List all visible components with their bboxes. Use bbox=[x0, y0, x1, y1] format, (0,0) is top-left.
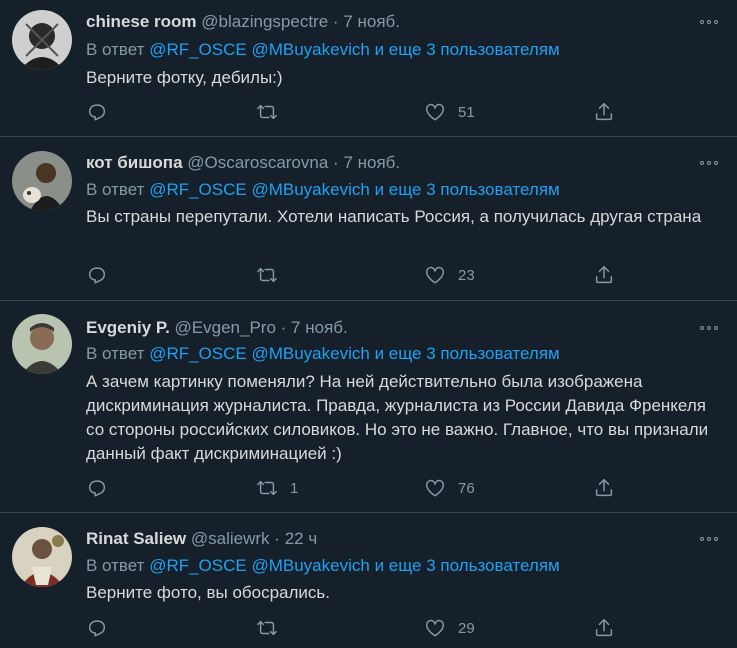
share-button[interactable] bbox=[593, 101, 615, 123]
reply-mentions[interactable]: @RF_OSCE @MBuyakevich bbox=[149, 556, 370, 575]
reply-icon bbox=[88, 480, 106, 497]
timestamp[interactable]: 7 нояб. bbox=[343, 12, 400, 31]
share-icon bbox=[595, 479, 613, 497]
share-icon bbox=[595, 103, 613, 121]
share-button[interactable] bbox=[593, 477, 615, 499]
avatar[interactable] bbox=[12, 314, 72, 374]
tweet[interactable]: Rinat Saliew @saliewrk · 22 ч В ответ @R… bbox=[0, 513, 737, 648]
more-options-icon[interactable] bbox=[697, 531, 721, 547]
tweet-actions: 29 bbox=[86, 617, 626, 641]
reply-more-users[interactable]: и еще 3 пользователям bbox=[375, 344, 560, 363]
avatar[interactable] bbox=[12, 527, 72, 587]
tweet-header: кот бишопа @Oscaroscarovna · 7 нояб. bbox=[86, 153, 400, 173]
reply-more-users[interactable]: и еще 3 пользователям bbox=[375, 556, 560, 575]
retweet-count: 1 bbox=[290, 479, 299, 497]
reply-more-users[interactable]: и еще 3 пользователям bbox=[375, 40, 560, 59]
separator-dot: · bbox=[274, 529, 280, 548]
user-handle[interactable]: @saliewrk bbox=[191, 529, 270, 548]
reply-button[interactable] bbox=[86, 617, 120, 639]
reply-mentions[interactable]: @RF_OSCE @MBuyakevich bbox=[149, 344, 370, 363]
reply-prefix: В ответ bbox=[86, 40, 145, 59]
like-button[interactable]: 29 bbox=[424, 617, 475, 639]
like-button[interactable]: 51 bbox=[424, 101, 475, 123]
reply-button[interactable] bbox=[86, 101, 120, 123]
tweet-actions: 1 76 bbox=[86, 477, 626, 501]
reply-icon bbox=[88, 104, 106, 121]
like-button[interactable]: 76 bbox=[424, 477, 475, 499]
share-icon bbox=[595, 619, 613, 637]
display-name[interactable]: кот бишопа bbox=[86, 153, 183, 172]
tweet-header: Rinat Saliew @saliewrk · 22 ч bbox=[86, 529, 317, 549]
more-options-icon[interactable] bbox=[697, 320, 721, 336]
tweet-header: chinese room @blazingspectre · 7 нояб. bbox=[86, 12, 400, 32]
display-name[interactable]: Evgeniy P. bbox=[86, 318, 170, 337]
retweet-icon bbox=[257, 480, 277, 496]
retweet-button[interactable] bbox=[256, 264, 290, 286]
tweet[interactable]: chinese room @blazingspectre · 7 нояб. В… bbox=[0, 0, 737, 137]
more-options-icon[interactable] bbox=[697, 155, 721, 171]
reply-prefix: В ответ bbox=[86, 556, 145, 575]
heart-icon bbox=[426, 103, 444, 121]
user-handle[interactable]: @Oscaroscarovna bbox=[187, 153, 328, 172]
reply-mentions[interactable]: @RF_OSCE @MBuyakevich bbox=[149, 40, 370, 59]
share-icon bbox=[595, 266, 613, 284]
like-count: 23 bbox=[458, 266, 475, 284]
retweet-button[interactable]: 1 bbox=[256, 477, 298, 499]
separator-dot: · bbox=[333, 153, 339, 172]
tweet[interactable]: кот бишопа @Oscaroscarovna · 7 нояб. В о… bbox=[0, 137, 737, 301]
display-name[interactable]: Rinat Saliew bbox=[86, 529, 186, 548]
reply-button[interactable] bbox=[86, 264, 120, 286]
reply-icon bbox=[88, 620, 106, 637]
retweet-button[interactable] bbox=[256, 617, 290, 639]
reply-button[interactable] bbox=[86, 477, 120, 499]
reply-mentions[interactable]: @RF_OSCE @MBuyakevich bbox=[149, 180, 370, 199]
timestamp[interactable]: 7 нояб. bbox=[343, 153, 400, 172]
retweet-icon bbox=[257, 267, 277, 283]
separator-dot: · bbox=[332, 12, 339, 31]
like-count: 76 bbox=[458, 479, 475, 497]
reply-icon bbox=[88, 267, 106, 284]
reply-context: В ответ @RF_OSCE @MBuyakevich и еще 3 по… bbox=[86, 180, 560, 200]
reply-prefix: В ответ bbox=[86, 180, 145, 199]
reply-context: В ответ @RF_OSCE @MBuyakevich и еще 3 по… bbox=[86, 344, 560, 364]
avatar[interactable] bbox=[12, 10, 72, 70]
heart-icon bbox=[426, 619, 444, 637]
separator-dot: · bbox=[280, 318, 287, 337]
tweet-feed: chinese room @blazingspectre · 7 нояб. В… bbox=[0, 0, 737, 648]
share-button[interactable] bbox=[593, 264, 615, 286]
user-handle[interactable]: @Evgen_Pro bbox=[175, 318, 276, 337]
timestamp[interactable]: 22 ч bbox=[285, 529, 318, 548]
retweet-button[interactable] bbox=[256, 101, 290, 123]
heart-icon bbox=[426, 479, 444, 497]
reply-more-users[interactable]: и еще 3 пользователям bbox=[375, 180, 560, 199]
tweet-text: Верните фото, вы обосрались. bbox=[86, 583, 330, 602]
retweet-icon bbox=[257, 620, 277, 636]
heart-icon bbox=[426, 266, 444, 284]
display-name[interactable]: chinese room bbox=[86, 12, 197, 31]
timestamp[interactable]: 7 нояб. bbox=[291, 318, 348, 337]
share-button[interactable] bbox=[593, 617, 615, 639]
tweet-text: Вы страны перепутали. Хотели написать Ро… bbox=[86, 207, 702, 226]
like-count: 29 bbox=[458, 619, 475, 637]
more-options-icon[interactable] bbox=[697, 14, 721, 30]
tweet-actions: 23 bbox=[86, 264, 626, 288]
avatar[interactable] bbox=[12, 151, 72, 211]
tweet[interactable]: Evgeniy P. @Evgen_Pro · 7 нояб. В ответ … bbox=[0, 301, 737, 513]
reply-context: В ответ @RF_OSCE @MBuyakevich и еще 3 по… bbox=[86, 40, 560, 60]
reply-context: В ответ @RF_OSCE @MBuyakevich и еще 3 по… bbox=[86, 556, 560, 576]
tweet-header: Evgeniy P. @Evgen_Pro · 7 нояб. bbox=[86, 318, 348, 338]
tweet-actions: 51 bbox=[86, 101, 626, 125]
retweet-icon bbox=[257, 104, 277, 120]
tweet-text: А зачем картинку поменяли? На ней действ… bbox=[86, 372, 709, 463]
like-count: 51 bbox=[458, 103, 475, 121]
like-button[interactable]: 23 bbox=[424, 264, 475, 286]
user-handle[interactable]: @blazingspectre bbox=[201, 12, 328, 31]
tweet-text: Верните фотку, дебилы:) bbox=[86, 68, 283, 87]
reply-prefix: В ответ bbox=[86, 344, 145, 363]
